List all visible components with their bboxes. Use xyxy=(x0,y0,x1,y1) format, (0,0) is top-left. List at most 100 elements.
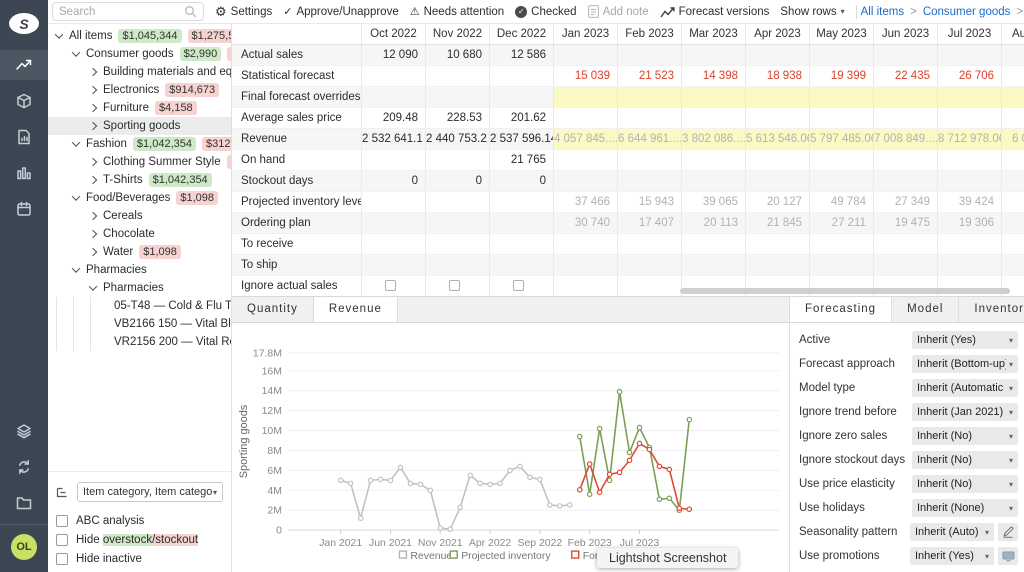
column-header[interactable]: May 2023 xyxy=(810,24,874,44)
column-header[interactable]: Aug 2023 xyxy=(1002,24,1024,44)
tree-item[interactable]: Water$1,098 xyxy=(48,243,231,261)
column-header[interactable]: Dec 2022 xyxy=(490,24,554,44)
rail-item-layers[interactable] xyxy=(0,416,48,446)
checkbox[interactable] xyxy=(56,553,68,565)
chevron-right-icon[interactable] xyxy=(89,230,97,238)
table-cell[interactable] xyxy=(874,87,938,107)
rail-item-forecasting[interactable] xyxy=(0,50,48,80)
chevron-down-icon[interactable] xyxy=(72,48,80,56)
chevron-down-icon[interactable] xyxy=(72,138,80,146)
rail-item-reports[interactable] xyxy=(0,122,48,152)
ignore-sales-checkbox[interactable] xyxy=(449,280,460,291)
tab-quantity[interactable]: Quantity xyxy=(232,297,314,322)
horizontal-scrollbar[interactable] xyxy=(680,288,1010,294)
setting-select[interactable]: Inherit (Yes)▾ xyxy=(912,331,1018,349)
chevron-right-icon[interactable] xyxy=(89,68,97,76)
chevron-down-icon[interactable] xyxy=(72,264,80,272)
legend-swatch[interactable] xyxy=(399,551,406,558)
tree-item[interactable]: VB2166 150 — Vital Blue 150 g xyxy=(48,315,231,333)
table-cell[interactable] xyxy=(938,87,1002,107)
table-cell[interactable] xyxy=(1002,87,1024,107)
column-header[interactable]: Jul 2023 xyxy=(938,24,1002,44)
chevron-down-icon[interactable] xyxy=(89,282,97,290)
pencil-icon-button[interactable] xyxy=(998,523,1018,541)
tree-item[interactable]: Pharmacies xyxy=(48,261,231,279)
tab-inventory[interactable]: Inventory xyxy=(959,297,1024,322)
chevron-right-icon[interactable] xyxy=(89,104,97,112)
filter-checkbox-row[interactable]: Hide inactive xyxy=(56,549,223,568)
tree-item[interactable]: Chocolate xyxy=(48,225,231,243)
tab-model[interactable]: Model xyxy=(892,297,959,322)
table-cell[interactable] xyxy=(810,87,874,107)
tree-item[interactable]: Furniture$4,158 xyxy=(48,99,231,117)
table-cell[interactable] xyxy=(554,87,618,107)
approve-button[interactable]: ✓ Approve/Unapprove xyxy=(283,5,399,18)
column-header[interactable]: Apr 2023 xyxy=(746,24,810,44)
tree-item[interactable]: Fashion$1,042,354$312,877 xyxy=(48,135,231,153)
table-cell[interactable] xyxy=(426,276,490,296)
lightshot-tooltip[interactable]: Lightshot Screenshot xyxy=(597,548,738,568)
setting-select[interactable]: Inherit (Automatic ...▾ xyxy=(912,379,1018,397)
setting-select[interactable]: Inherit (No)▾ xyxy=(912,451,1018,469)
legend-swatch[interactable] xyxy=(450,551,457,558)
setting-select[interactable]: Inherit (Auto)▾ xyxy=(910,523,994,541)
breadcrumb-consumer-goods[interactable]: Consumer goods xyxy=(923,6,1011,18)
ignore-sales-checkbox[interactable] xyxy=(513,280,524,291)
rail-item-planning[interactable] xyxy=(0,194,48,224)
checkbox[interactable] xyxy=(56,534,68,546)
column-header[interactable]: Jun 2023 xyxy=(874,24,938,44)
screen-icon-button[interactable] xyxy=(998,547,1018,565)
tree-item[interactable]: Consumer goods$2,990$961 xyxy=(48,45,231,63)
chevron-right-icon[interactable] xyxy=(89,212,97,220)
setting-select[interactable]: Inherit (Jan 2021)▾ xyxy=(912,403,1018,421)
tree-item[interactable]: Cereals xyxy=(48,207,231,225)
table-cell[interactable] xyxy=(490,276,554,296)
column-header[interactable]: Jan 2023 xyxy=(554,24,618,44)
table-cell[interactable] xyxy=(682,87,746,107)
checkbox[interactable] xyxy=(56,515,68,527)
add-note-button[interactable]: Add note xyxy=(588,5,649,18)
tab-forecasting[interactable]: Forecasting xyxy=(790,297,892,323)
show-rows-button[interactable]: Show rows ▾ xyxy=(780,6,844,18)
tree-item[interactable]: 05-T48 — Cold & Flu Tablets xyxy=(48,297,231,315)
search-input[interactable]: Search xyxy=(52,2,204,21)
rail-item-kpi[interactable] xyxy=(0,158,48,188)
chevron-right-icon[interactable] xyxy=(89,86,97,94)
column-header[interactable]: Mar 2023 xyxy=(682,24,746,44)
tree-item[interactable]: Food/Beverages$1,098 xyxy=(48,189,231,207)
forecast-versions-button[interactable]: Forecast versions xyxy=(660,6,770,18)
rail-item-sync[interactable] xyxy=(0,452,48,482)
tree-item[interactable]: Electronics$914,673 xyxy=(48,81,231,99)
table-cell[interactable] xyxy=(618,87,682,107)
tree-item[interactable]: Pharmacies xyxy=(48,279,231,297)
filter-checkbox-row[interactable]: ABC analysis xyxy=(56,511,223,530)
checked-button[interactable]: ✓ Checked xyxy=(515,6,576,18)
chevron-right-icon[interactable] xyxy=(89,158,97,166)
setting-select[interactable]: Inherit (None)▾ xyxy=(912,499,1018,517)
tree-item[interactable]: VR2156 200 — Vital Reds 200 xyxy=(48,333,231,351)
column-header[interactable]: Feb 2023 xyxy=(618,24,682,44)
chevron-right-icon[interactable] xyxy=(89,176,97,184)
tree-item[interactable]: Building materials and equipment xyxy=(48,63,231,81)
chevron-down-icon[interactable] xyxy=(72,192,80,200)
setting-select[interactable]: Inherit (No)▾ xyxy=(912,427,1018,445)
breadcrumb-all-items[interactable]: All items xyxy=(861,6,904,18)
column-header[interactable]: Oct 2022 xyxy=(362,24,426,44)
tree-item[interactable]: Sporting goods xyxy=(48,117,231,135)
tree-item[interactable]: All items$1,045,344$1,275,515 xyxy=(48,27,231,45)
group-by-select[interactable]: Item category, Item category ▾ xyxy=(77,482,223,502)
needs-attention-button[interactable]: ⚠ Needs attention xyxy=(410,5,504,18)
chevron-down-icon[interactable] xyxy=(55,30,63,38)
table-cell[interactable] xyxy=(746,87,810,107)
ignore-sales-checkbox[interactable] xyxy=(385,280,396,291)
tree-item[interactable]: Clothing Summer Style$312,877 xyxy=(48,153,231,171)
column-header[interactable]: Nov 2022 xyxy=(426,24,490,44)
legend-swatch[interactable] xyxy=(572,551,579,558)
tab-revenue[interactable]: Revenue xyxy=(314,297,398,323)
chevron-right-icon[interactable] xyxy=(89,248,97,256)
rail-item-inventory[interactable] xyxy=(0,86,48,116)
rail-item-projects[interactable] xyxy=(0,488,48,518)
setting-select[interactable]: Inherit (Yes)▾ xyxy=(910,547,994,565)
table-cell[interactable] xyxy=(362,276,426,296)
settings-button[interactable]: ⚙ Settings xyxy=(215,5,272,18)
